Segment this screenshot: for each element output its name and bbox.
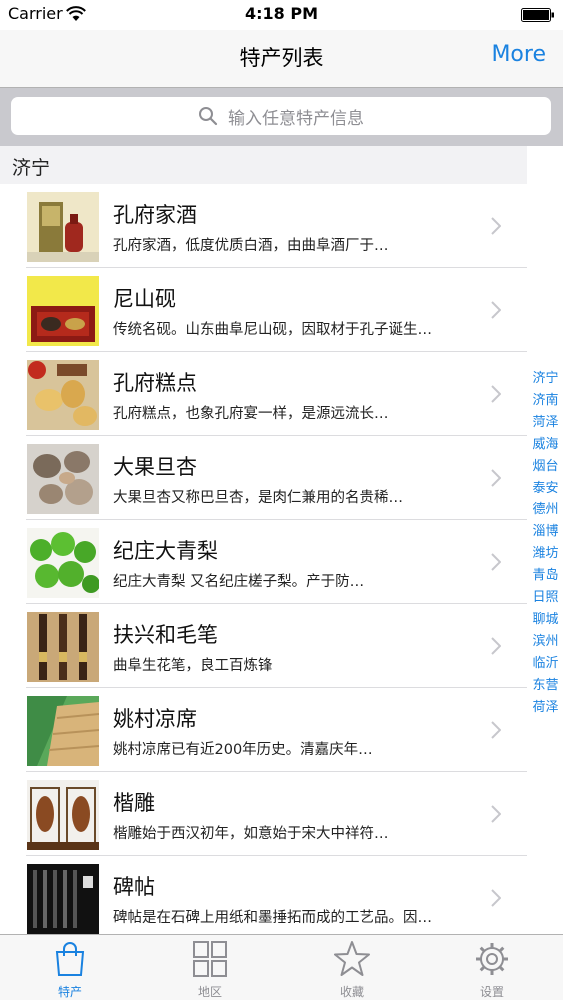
index-item-linyi[interactable]: 临沂 xyxy=(528,653,563,675)
list-item[interactable]: 尼山砚 传统名砚。山东曲阜尼山砚，因取材于孔子诞生… xyxy=(0,268,527,352)
product-list: 孔府家酒 孔府家酒，低度优质白酒，由曲阜酒厂于… 尼山砚 传统名砚。山东曲阜尼山… xyxy=(0,184,527,934)
item-title: 楷雕 xyxy=(113,791,155,815)
item-title: 尼山砚 xyxy=(113,287,176,311)
clock: 4:18 PM xyxy=(244,4,318,23)
item-thumbnail xyxy=(27,780,99,850)
index-item-qingdao[interactable]: 青岛 xyxy=(528,565,563,587)
tab-specialties[interactable]: 特产 xyxy=(0,935,140,1001)
index-item-weifang[interactable]: 潍坊 xyxy=(528,543,563,565)
item-description: 大果旦杏又称巴旦杏，是肉仁兼用的名贵稀… xyxy=(113,490,403,506)
item-thumbnail xyxy=(27,696,99,766)
section-index: 济宁 济南 菏泽 威海 烟台 泰安 德州 淄博 潍坊 青岛 日照 聊城 滨州 临… xyxy=(528,368,563,719)
tab-favorites[interactable]: 收藏 xyxy=(282,935,422,1001)
item-title: 碑帖 xyxy=(113,875,155,899)
chevron-right-icon xyxy=(491,721,501,739)
item-description: 姚村凉席已有近200年历史。清嘉庆年… xyxy=(113,742,373,758)
index-item-jinan[interactable]: 济南 xyxy=(528,390,563,412)
navigation-bar: 特产列表 More xyxy=(0,30,563,88)
list-item[interactable]: 大果旦杏 大果旦杏又称巴旦杏，是肉仁兼用的名贵稀… xyxy=(0,436,527,520)
item-thumbnail xyxy=(27,612,99,682)
index-item-yantai[interactable]: 烟台 xyxy=(528,456,563,478)
index-item-binzhou[interactable]: 滨州 xyxy=(528,631,563,653)
item-thumbnail xyxy=(27,444,99,514)
chevron-right-icon xyxy=(491,469,501,487)
item-title: 扶兴和毛笔 xyxy=(113,623,218,647)
index-item-taian[interactable]: 泰安 xyxy=(528,478,563,500)
list-item[interactable]: 碑帖 碑帖是在石碑上用纸和墨捶拓而成的工艺品。因… xyxy=(0,856,527,934)
item-title: 姚村凉席 xyxy=(113,707,197,731)
chevron-right-icon xyxy=(491,553,501,571)
search-input[interactable]: 输入任意特产信息 xyxy=(11,97,551,135)
tab-label: 收藏 xyxy=(339,985,364,999)
item-thumbnail xyxy=(27,276,99,346)
item-title: 纪庄大青梨 xyxy=(113,539,218,563)
item-title: 孔府糕点 xyxy=(113,371,197,395)
item-description: 楷雕始于西汉初年，如意始于宋大中祥符… xyxy=(113,826,389,842)
chevron-right-icon xyxy=(491,805,501,823)
section-header: 济宁 xyxy=(0,146,527,184)
item-description: 纪庄大青梨 又名纪庄槎子梨。产于防… xyxy=(113,574,365,590)
search-placeholder: 输入任意特产信息 xyxy=(228,108,364,129)
battery-icon xyxy=(521,8,554,22)
index-item-zibo[interactable]: 淄博 xyxy=(528,521,563,543)
item-description: 孔府糕点，也象孔府宴一样，是源远流长… xyxy=(113,406,389,422)
search-icon xyxy=(199,107,218,126)
more-button[interactable]: More xyxy=(491,42,546,67)
list-item[interactable]: 扶兴和毛笔 曲阜生花笔，良工百炼锋 xyxy=(0,604,527,688)
index-item-dongying[interactable]: 东营 xyxy=(528,675,563,697)
index-item-dezhou[interactable]: 德州 xyxy=(528,499,563,521)
index-item-liaocheng[interactable]: 聊城 xyxy=(528,609,563,631)
list-item[interactable]: 孔府家酒 孔府家酒，低度优质白酒，由曲阜酒厂于… xyxy=(0,184,527,268)
tab-settings[interactable]: 设置 xyxy=(422,935,562,1001)
tab-regions[interactable]: 地区 xyxy=(140,935,280,1001)
list-item[interactable]: 姚村凉席 姚村凉席已有近200年历史。清嘉庆年… xyxy=(0,688,527,772)
tab-bar: 特产 地区 收藏 设置 xyxy=(0,934,563,1000)
tab-label: 地区 xyxy=(197,985,222,999)
status-bar: Carrier 4:18 PM xyxy=(0,0,563,30)
chevron-right-icon xyxy=(491,889,501,907)
page-title: 特产列表 xyxy=(239,46,324,70)
index-item-weihai[interactable]: 威海 xyxy=(528,434,563,456)
item-title: 大果旦杏 xyxy=(113,455,197,479)
item-description: 碑帖是在石碑上用纸和墨捶拓而成的工艺品。因… xyxy=(113,910,432,926)
grid-icon xyxy=(193,941,227,977)
item-thumbnail xyxy=(27,360,99,430)
tab-label: 特产 xyxy=(57,985,82,999)
item-title: 孔府家酒 xyxy=(113,203,197,227)
item-thumbnail xyxy=(27,528,99,598)
index-item-heze-2[interactable]: 荷泽 xyxy=(528,697,563,719)
list-item[interactable]: 纪庄大青梨 纪庄大青梨 又名纪庄槎子梨。产于防… xyxy=(0,520,527,604)
index-item-rizhao[interactable]: 日照 xyxy=(528,587,563,609)
section-title: 济宁 xyxy=(12,157,51,179)
item-description: 孔府家酒，低度优质白酒，由曲阜酒厂于… xyxy=(113,238,389,254)
item-thumbnail xyxy=(27,192,99,262)
shopping-bag-icon xyxy=(55,942,85,976)
index-item-heze[interactable]: 菏泽 xyxy=(528,412,563,434)
chevron-right-icon xyxy=(491,637,501,655)
chevron-right-icon xyxy=(491,301,501,319)
chevron-right-icon xyxy=(491,217,501,235)
star-icon xyxy=(334,941,370,976)
chevron-right-icon xyxy=(491,385,501,403)
gear-icon xyxy=(476,943,508,975)
tab-label: 设置 xyxy=(479,985,504,999)
item-description: 传统名砚。山东曲阜尼山砚，因取材于孔子诞生… xyxy=(113,322,432,338)
item-thumbnail xyxy=(27,864,99,934)
index-item-jining[interactable]: 济宁 xyxy=(528,368,563,390)
search-bar: 输入任意特产信息 xyxy=(0,88,563,146)
item-description: 曲阜生花笔，良工百炼锋 xyxy=(113,658,273,674)
list-item[interactable]: 孔府糕点 孔府糕点，也象孔府宴一样，是源远流长… xyxy=(0,352,527,436)
list-item[interactable]: 楷雕 楷雕始于西汉初年，如意始于宋大中祥符… xyxy=(0,772,527,856)
